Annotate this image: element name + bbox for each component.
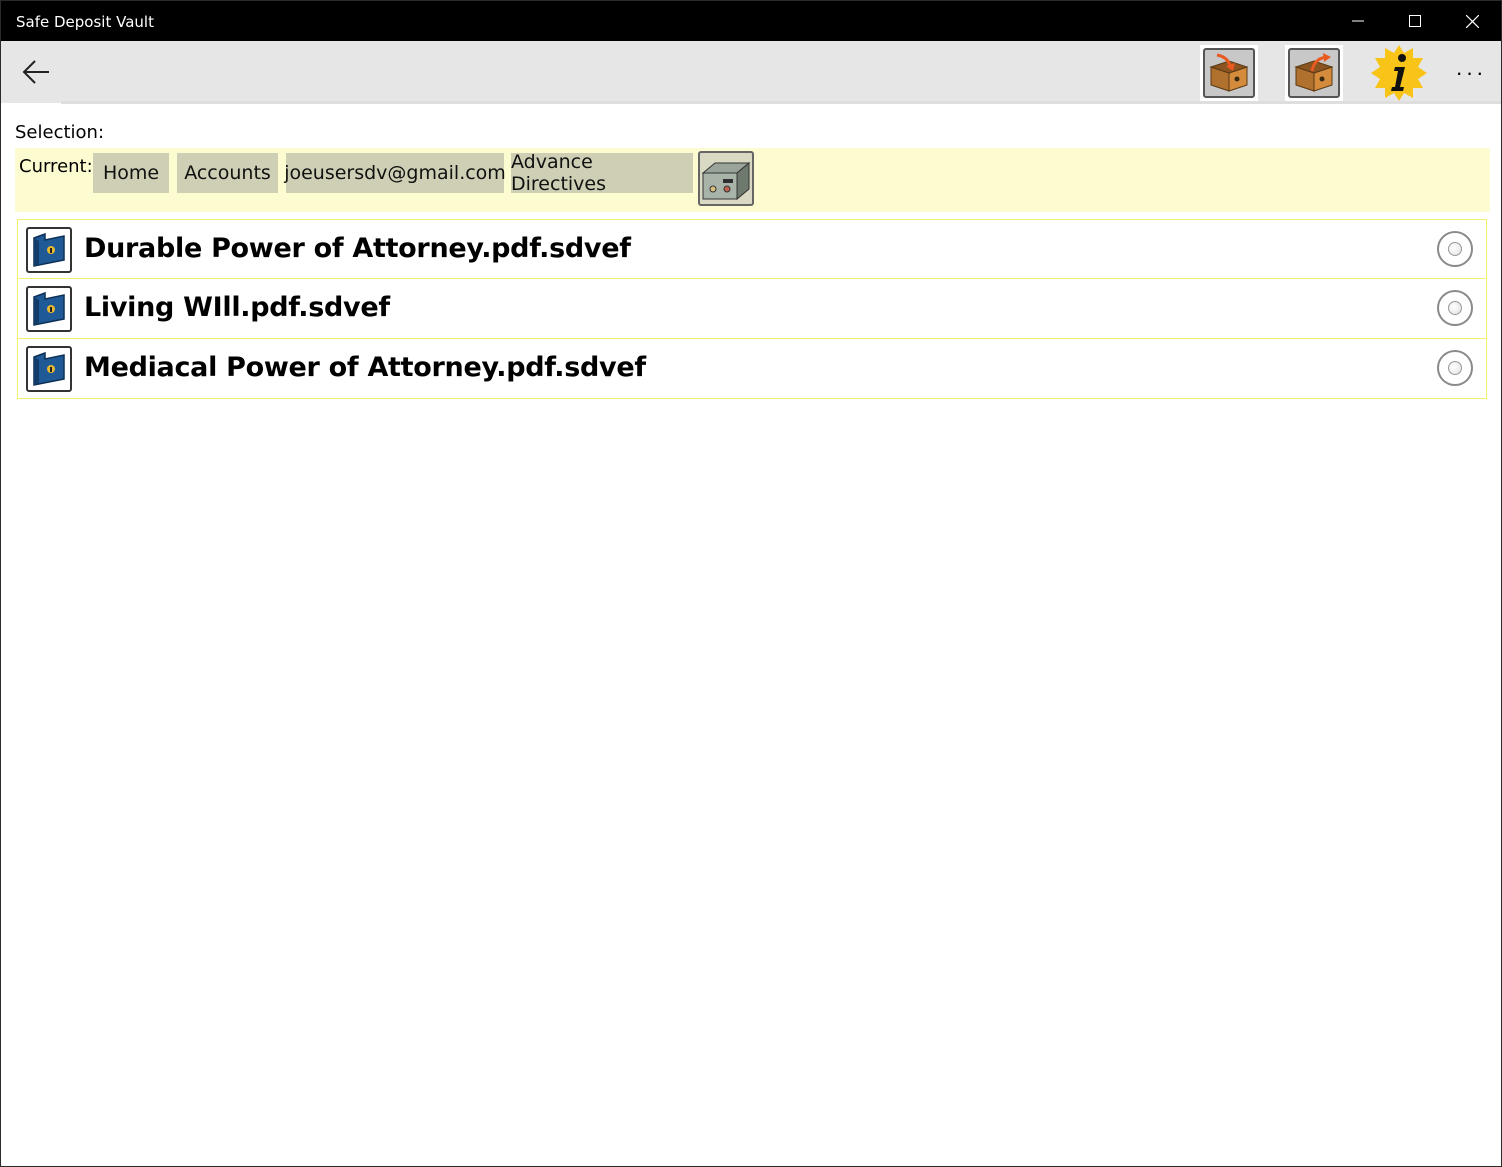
info-button[interactable] bbox=[1367, 45, 1431, 101]
breadcrumb-advance-directives[interactable]: Advance Directives bbox=[511, 151, 693, 195]
selection-label: Selection: bbox=[15, 122, 105, 143]
title-bar: Safe Deposit Vault bbox=[1, 1, 1501, 41]
info-badge-icon bbox=[1371, 45, 1427, 101]
import-box-frame bbox=[1203, 48, 1255, 98]
back-arrow-icon bbox=[22, 60, 49, 84]
file-name: Living WIll.pdf.sdvef bbox=[84, 292, 390, 323]
radio-dot bbox=[1448, 301, 1462, 315]
vault-drawer-icon bbox=[701, 161, 751, 200]
locked-folder-icon bbox=[26, 286, 72, 332]
minimize-icon bbox=[1352, 20, 1364, 22]
close-button[interactable] bbox=[1443, 1, 1501, 41]
file-select-radio[interactable] bbox=[1437, 231, 1473, 267]
file-name: Mediacal Power of Attorney.pdf.sdvef bbox=[84, 352, 646, 383]
file-select-radio[interactable] bbox=[1437, 350, 1473, 386]
close-icon bbox=[1465, 14, 1479, 28]
box-import-icon bbox=[1209, 53, 1249, 92]
file-row[interactable]: Mediacal Power of Attorney.pdf.sdvef bbox=[17, 339, 1487, 399]
breadcrumb-home[interactable]: Home bbox=[93, 153, 169, 193]
locked-folder-icon bbox=[26, 227, 72, 273]
back-button[interactable] bbox=[13, 49, 59, 95]
window-title: Safe Deposit Vault bbox=[16, 13, 154, 31]
vault-drawer-button[interactable] bbox=[698, 151, 754, 206]
file-row[interactable]: Living WIll.pdf.sdvef bbox=[17, 279, 1487, 339]
export-box-frame bbox=[1288, 48, 1340, 98]
more-options-button[interactable]: ··· bbox=[1447, 55, 1495, 91]
maximize-button[interactable] bbox=[1386, 1, 1444, 41]
radio-dot bbox=[1448, 242, 1462, 256]
file-select-radio[interactable] bbox=[1437, 290, 1473, 326]
minimize-button[interactable] bbox=[1329, 1, 1387, 41]
current-label: Current: bbox=[19, 156, 93, 177]
locked-folder-icon bbox=[26, 346, 72, 392]
command-bar-divider bbox=[61, 101, 1501, 104]
box-export-icon bbox=[1294, 53, 1334, 92]
breadcrumb: Current: Home Accounts joeusersdv@gmail.… bbox=[15, 148, 1490, 212]
file-name: Durable Power of Attorney.pdf.sdvef bbox=[84, 233, 631, 264]
radio-dot bbox=[1448, 361, 1462, 375]
file-list: Durable Power of Attorney.pdf.sdvef Livi… bbox=[17, 219, 1487, 399]
file-row[interactable]: Durable Power of Attorney.pdf.sdvef bbox=[17, 219, 1487, 279]
breadcrumb-accounts[interactable]: Accounts bbox=[177, 153, 278, 193]
import-box-button[interactable] bbox=[1200, 45, 1258, 101]
command-bar: ··· bbox=[1, 41, 1501, 103]
breadcrumb-account-email[interactable]: joeusersdv@gmail.com bbox=[284, 153, 506, 193]
export-box-button[interactable] bbox=[1285, 45, 1343, 101]
maximize-icon bbox=[1409, 15, 1421, 27]
app-window: Safe Deposit Vault ··· Selection: Curren… bbox=[0, 0, 1502, 1167]
